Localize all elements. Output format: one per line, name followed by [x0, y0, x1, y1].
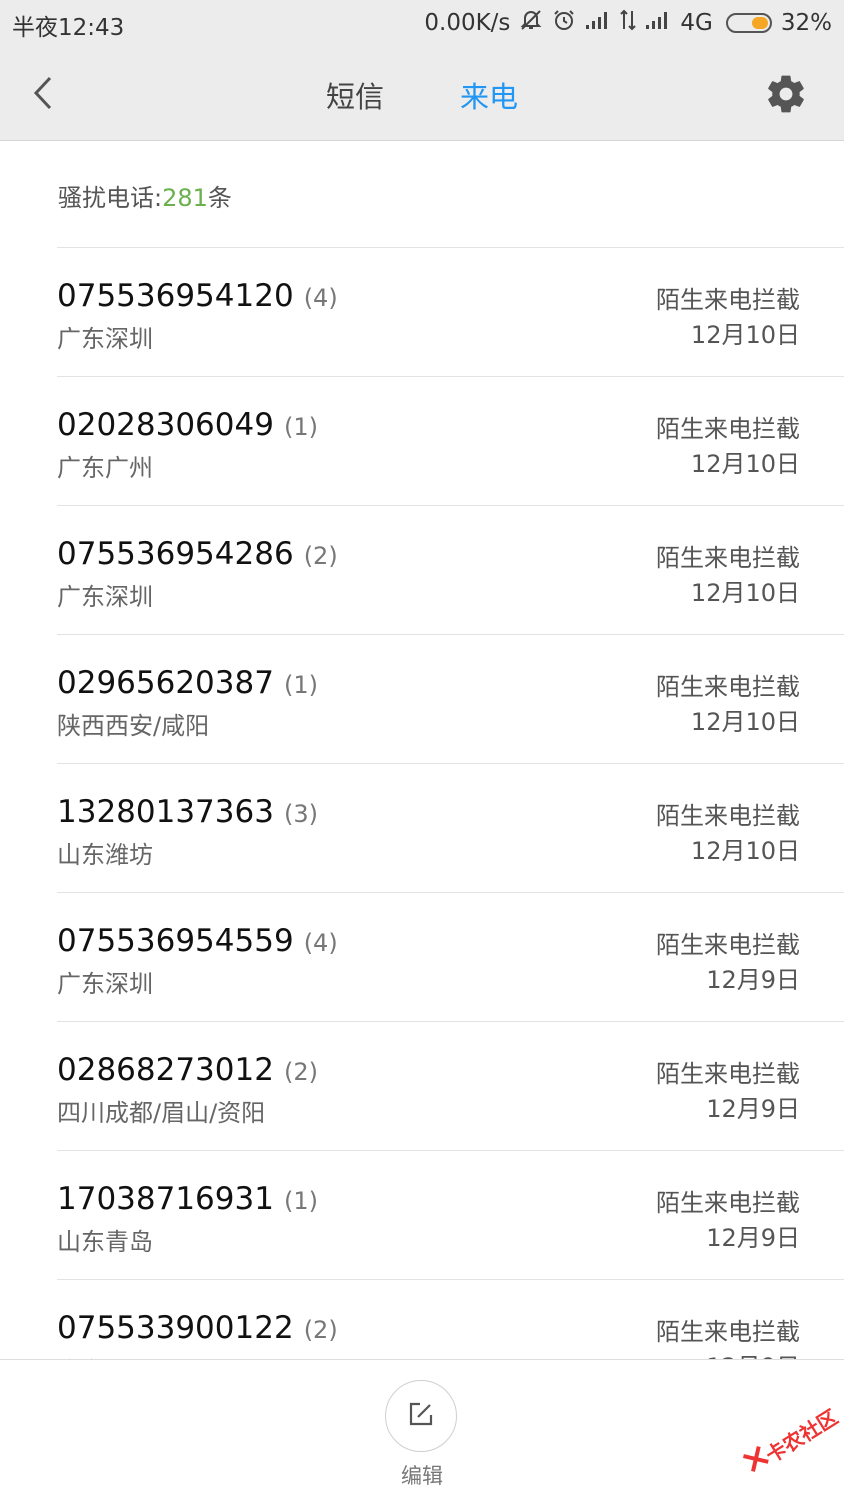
title-bar: 短信 来电	[0, 46, 844, 141]
call-date: 12月10日	[690, 321, 800, 349]
call-location: 广东深圳	[57, 1351, 153, 1359]
call-date: 12月9日	[706, 1224, 800, 1252]
harassment-call-summary: 骚扰电话:281条	[58, 178, 232, 213]
call-row[interactable]: 075533900122 (2) 广东深圳 陌生来电拦截 12月9日	[57, 1279, 844, 1359]
gear-icon	[764, 75, 808, 120]
call-location: 广东广州	[57, 454, 153, 482]
call-date: 12月10日	[690, 837, 800, 865]
edit-label: 编辑	[401, 1464, 443, 1488]
tab-calls[interactable]: 来电	[460, 74, 518, 116]
block-type: 陌生来电拦截	[656, 931, 800, 959]
summary-suffix: 条	[207, 184, 232, 212]
battery-percent: 32%	[780, 10, 832, 36]
call-count: (1)	[283, 671, 318, 699]
call-count: (1)	[283, 413, 318, 441]
call-location: 山东潍坊	[57, 841, 153, 869]
block-type: 陌生来电拦截	[656, 415, 800, 443]
summary-count: 281	[162, 184, 208, 212]
call-row[interactable]: 075536954120 (4) 广东深圳 陌生来电拦截 12月10日	[57, 247, 844, 376]
call-location: 四川成都/眉山/资阳	[57, 1099, 266, 1127]
call-count: (3)	[283, 800, 318, 828]
back-button[interactable]	[26, 70, 66, 116]
tab-sms[interactable]: 短信	[326, 74, 384, 116]
call-number: 13280137363	[57, 794, 274, 830]
call-count: (4)	[303, 929, 338, 957]
call-location: 陕西西安/咸阳	[57, 712, 210, 740]
call-date: 12月9日	[706, 1347, 800, 1359]
call-number: 17038716931	[57, 1181, 274, 1217]
status-time: 半夜12:43	[12, 15, 125, 41]
call-date: 12月10日	[690, 708, 800, 736]
data-transfer-icon	[620, 9, 637, 37]
call-number: 075533900122	[57, 1310, 294, 1346]
block-type: 陌生来电拦截	[656, 673, 800, 701]
call-count: (1)	[283, 1187, 318, 1215]
call-row[interactable]: 075536954559 (4) 广东深圳 陌生来电拦截 12月9日	[57, 892, 844, 1021]
call-date: 12月10日	[690, 450, 800, 478]
block-type: 陌生来电拦截	[656, 544, 800, 572]
call-row[interactable]: 02868273012 (2) 四川成都/眉山/资阳 陌生来电拦截 12月9日	[57, 1021, 844, 1150]
call-date: 12月9日	[706, 966, 800, 994]
block-type: 陌生来电拦截	[656, 1189, 800, 1217]
call-number: 075536954286	[57, 536, 294, 572]
call-number: 02868273012	[57, 1052, 274, 1088]
call-location: 广东深圳	[57, 970, 153, 998]
mute-bell-icon	[519, 8, 543, 38]
blocked-call-list: 075536954120 (4) 广东深圳 陌生来电拦截 12月10日 02028…	[0, 247, 844, 1359]
call-number: 075536954120	[57, 278, 294, 314]
call-number: 02965620387	[57, 665, 274, 701]
call-date: 12月9日	[706, 1095, 800, 1123]
call-count: (2)	[303, 1316, 338, 1344]
call-count: (2)	[283, 1058, 318, 1086]
summary-prefix: 骚扰电话:	[58, 184, 163, 212]
block-type: 陌生来电拦截	[656, 286, 800, 314]
battery-icon	[725, 13, 772, 33]
call-location: 广东深圳	[57, 583, 153, 611]
call-row[interactable]: 075536954286 (2) 广东深圳 陌生来电拦截 12月10日	[57, 505, 844, 634]
settings-button[interactable]	[764, 72, 808, 116]
net-speed: 0.00K/s	[424, 10, 511, 36]
status-icons: 0.00K/s 4G 32%	[424, 8, 832, 38]
block-type: 陌生来电拦截	[656, 802, 800, 830]
call-location: 山东青岛	[57, 1228, 153, 1256]
call-row[interactable]: 02965620387 (1) 陕西西安/咸阳 陌生来电拦截 12月10日	[57, 634, 844, 763]
signal-icon	[585, 10, 611, 36]
edit-button[interactable]	[385, 1380, 457, 1452]
status-bar: 半夜12:43 0.00K/s 4G 32%	[0, 0, 844, 46]
call-number: 075536954559	[57, 923, 294, 959]
call-row[interactable]: 17038716931 (1) 山东青岛 陌生来电拦截 12月9日	[57, 1150, 844, 1279]
block-type: 陌生来电拦截	[656, 1060, 800, 1088]
edit-icon	[406, 1399, 436, 1433]
call-count: (2)	[303, 542, 338, 570]
block-type: 陌生来电拦截	[656, 1318, 800, 1346]
alarm-icon	[552, 8, 576, 38]
chevron-left-icon	[26, 76, 66, 120]
call-location: 广东深圳	[57, 325, 153, 353]
call-row[interactable]: 02028306049 (1) 广东广州 陌生来电拦截 12月10日	[57, 376, 844, 505]
call-row[interactable]: 13280137363 (3) 山东潍坊 陌生来电拦截 12月10日	[57, 763, 844, 892]
call-date: 12月10日	[690, 579, 800, 607]
call-count: (4)	[303, 284, 338, 312]
bottom-action-bar: 编辑	[0, 1359, 844, 1501]
signal-icon-2	[645, 10, 671, 36]
call-number: 02028306049	[57, 407, 274, 443]
network-type: 4G	[680, 10, 713, 36]
